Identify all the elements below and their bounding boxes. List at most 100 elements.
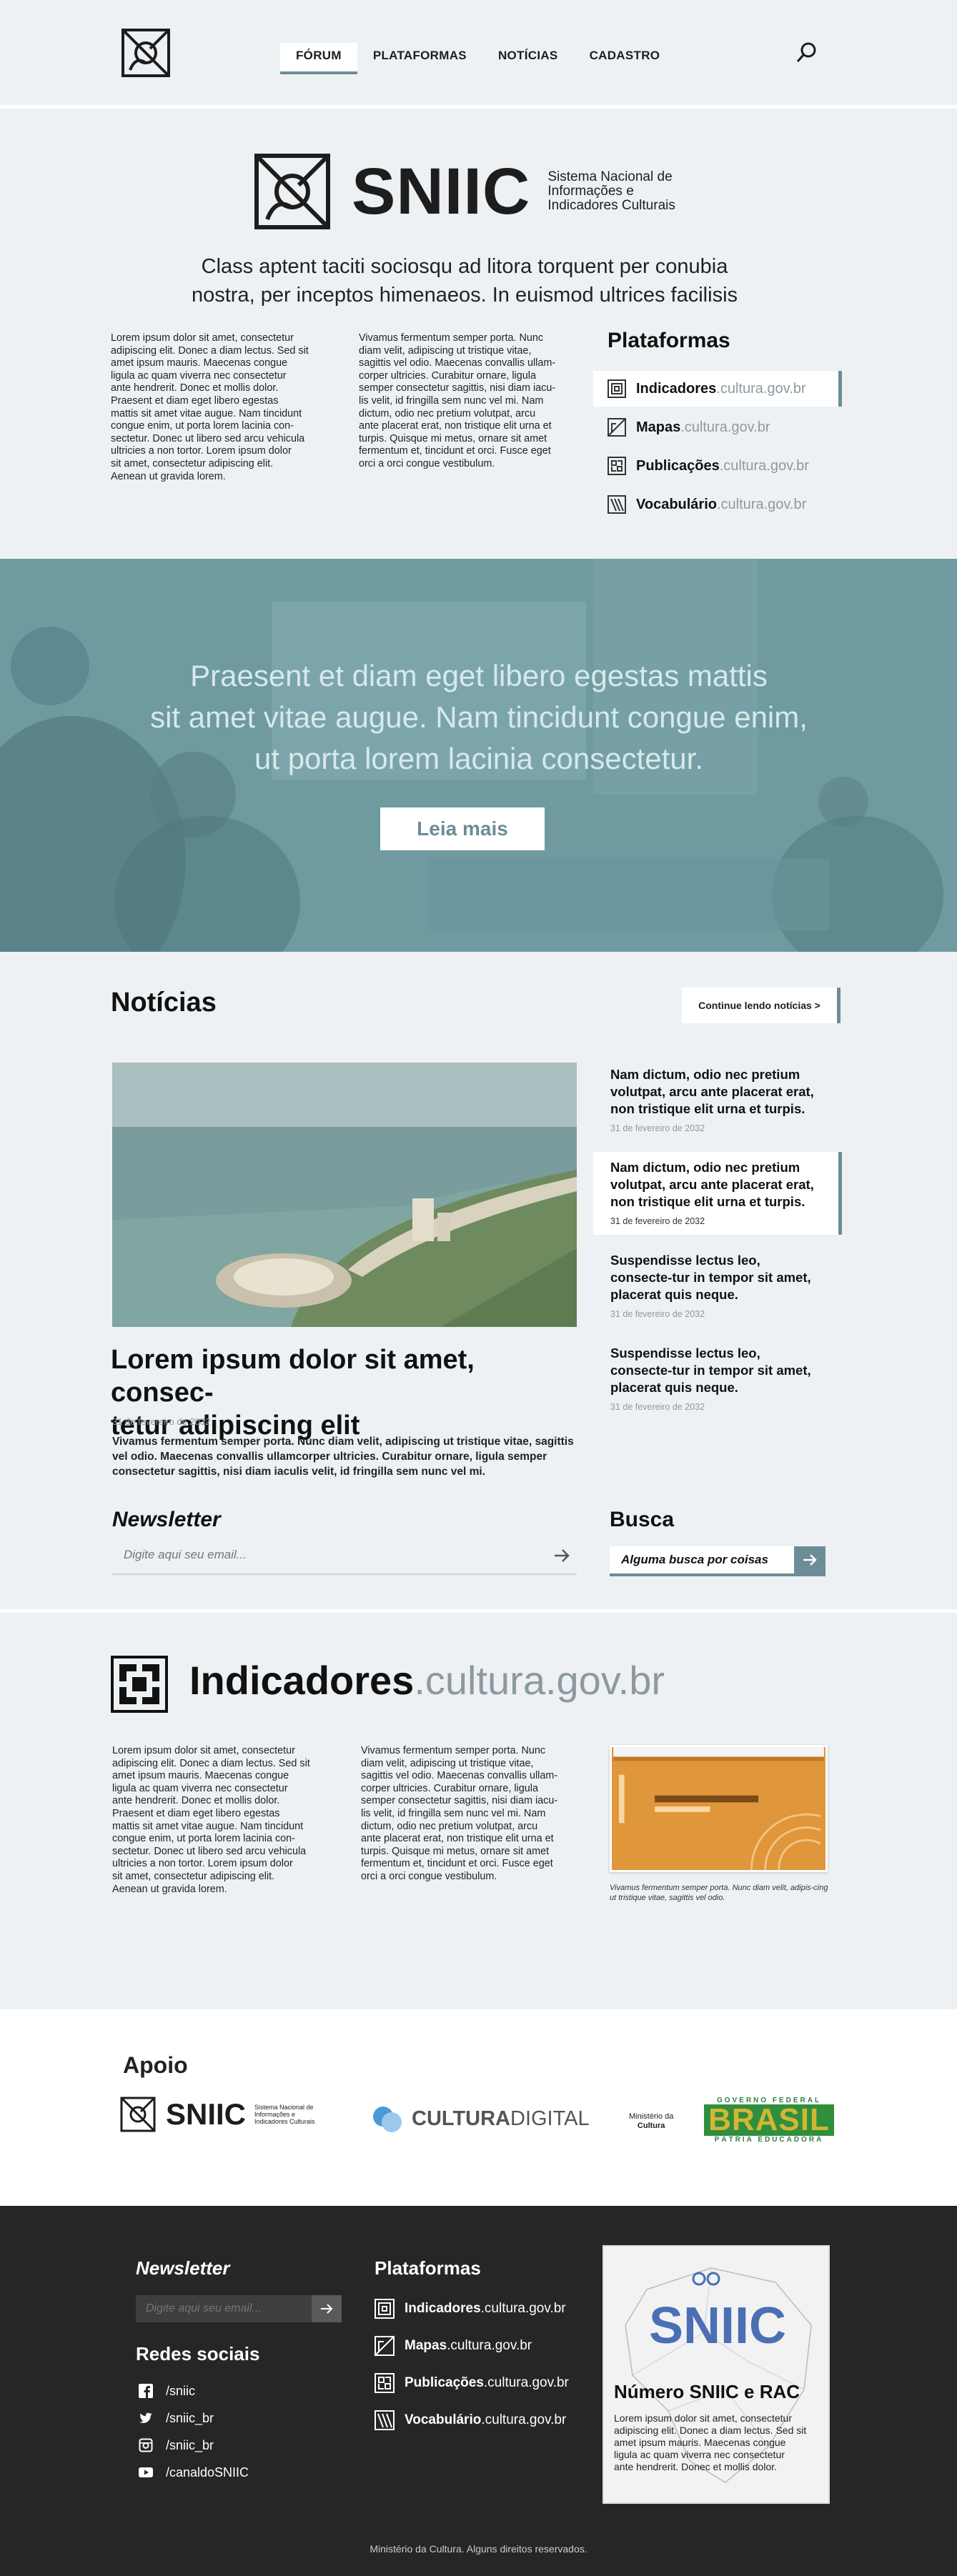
- nav-noticias[interactable]: NOTÍCIAS: [482, 43, 574, 74]
- plataforma-vocabulario[interactable]: Vocabulário .cultura.gov.br: [593, 487, 842, 522]
- indicadores-domain: .cultura.gov.br: [414, 1658, 665, 1703]
- text-line: sit amet, consectetur adipiscing elit.: [112, 1870, 275, 1882]
- ministerio-cultura-logo[interactable]: Ministério da Cultura: [629, 2112, 673, 2131]
- text-line: semper consectetur sagittis, nisi diam i…: [359, 382, 556, 394]
- sniic-logo-large-icon: [254, 154, 330, 229]
- indicadores-screenshot-image[interactable]: [610, 1745, 828, 1872]
- lead-news-description: Vivamus fermentum semper porta. Nunc dia…: [112, 1436, 574, 1478]
- brand-sub-line: Sistema Nacional de: [547, 169, 673, 184]
- text-line: sit amet, consectetur adipiscing elit.: [111, 457, 274, 469]
- text-line: congue enim, ut porta lorem lacinia con-: [111, 420, 294, 432]
- plataforma-indicadores[interactable]: Indicadores .cultura.gov.br: [593, 371, 842, 407]
- copyright: Ministério da Cultura. Alguns direitos r…: [370, 2543, 587, 2555]
- nav-forum[interactable]: FÓRUM: [280, 43, 357, 74]
- text-line: corper ultricies. Curabitur ornare, ligu…: [359, 369, 536, 382]
- indicadores-icon: [608, 379, 626, 398]
- sniic-sponsor-logo[interactable]: SNIIC Sistema Nacional de Informações e …: [120, 2097, 315, 2132]
- plataforma-mapas[interactable]: Mapas .cultura.gov.br: [593, 409, 842, 445]
- sponsor-sub-line: Informações e: [254, 2111, 296, 2118]
- social-facebook-link[interactable]: /sniic: [139, 2377, 249, 2405]
- text-line: lis velit, id fringilla sem nunc vel mi.…: [361, 1807, 546, 1819]
- text-line: ante placerat erat, non tristique elit u…: [361, 1833, 554, 1845]
- tagline-line: nostra, per inceptos himenaeos. In euism…: [191, 284, 738, 307]
- news-item[interactable]: Suspendisse lectus leo, consecte-tur in …: [593, 1245, 842, 1328]
- site-header: FÓRUM PLATAFORMAS NOTÍCIAS CADASTRO: [0, 0, 957, 109]
- publicacoes-icon: [608, 457, 626, 475]
- plataforma-publicacoes[interactable]: Publicações .cultura.gov.br: [593, 448, 842, 484]
- card-sniic-logo: SNIIC: [648, 2297, 787, 2354]
- search-icon[interactable]: [795, 40, 819, 64]
- text-line: ante hendrerit. Donec et mollis dolor.: [112, 1795, 280, 1807]
- gov-bottom-text: PÁTRIA EDUCADORA: [714, 2136, 824, 2144]
- busca-input[interactable]: [610, 1546, 788, 1573]
- leia-mais-button[interactable]: Leia mais: [380, 807, 545, 850]
- lead-title-line: Lorem ipsum dolor sit amet, consec-: [111, 1345, 475, 1408]
- footer-plataforma-indicadores[interactable]: Indicadores .cultura.gov.br: [375, 2290, 569, 2327]
- footer-newsletter-field: [136, 2295, 342, 2322]
- footer-redes-label: Redes sociais: [136, 2343, 260, 2364]
- text-line: fermentum et, tincidunt et orci. Fusce e…: [359, 445, 551, 457]
- footer-plataforma-mapas[interactable]: Mapas .cultura.gov.br: [375, 2327, 569, 2364]
- cultura-digital-logo[interactable]: CULTURA DIGITAL: [372, 2104, 590, 2134]
- social-label: /sniic: [166, 2383, 196, 2398]
- arrow-right-icon[interactable]: [552, 1546, 571, 1565]
- news-item-date: 31 de fevereiro de 2032: [610, 1123, 705, 1133]
- sniic-logo-icon[interactable]: [122, 29, 170, 77]
- intro-section: SNIIC Sistema Nacional de Informações e …: [0, 112, 957, 559]
- ministerio-line: Cultura: [637, 2122, 665, 2130]
- hero-line: sit amet vitae augue. Nam tincidunt cong…: [150, 700, 808, 734]
- social-twitter-link[interactable]: /sniic_br: [139, 2405, 249, 2432]
- governo-federal-logo[interactable]: GOVERNO FEDERAL BRASIL PÁTRIA EDUCADORA: [704, 2097, 834, 2144]
- text-line: mattis sit amet vitae augue. Nam tincidu…: [112, 1820, 304, 1832]
- footer-plataformas-label: Plataformas: [375, 2257, 481, 2279]
- text-line: adipiscing elit. Donec a diam lectus. Se…: [112, 1757, 310, 1769]
- indicadores-col-2: Vivamus fermentum semper porta. Nunc dia…: [361, 1745, 590, 1884]
- brand-subtitle: Sistema Nacional de Informações e Indica…: [547, 170, 675, 213]
- sniic-brand: SNIIC Sistema Nacional de Informações e …: [254, 154, 675, 229]
- indicadores-title[interactable]: Indicadores.cultura.gov.br: [189, 1657, 665, 1704]
- brand-name: SNIIC: [352, 155, 531, 228]
- plataformas-list: Indicadores .cultura.gov.br Mapas .cultura…: [593, 371, 842, 525]
- footer-newsletter-submit[interactable]: [312, 2295, 342, 2322]
- news-lead-image[interactable]: [112, 1063, 577, 1327]
- text-line: Vivamus fermentum semper porta. Nunc: [361, 1745, 546, 1756]
- footer-plataforma-vocabulario[interactable]: Vocabulário .cultura.gov.br: [375, 2402, 569, 2439]
- text-line: ante hendrerit. Donec et mollis dolor.: [111, 382, 279, 394]
- card-description: Lorem ipsum dolor sit amet, consectetur …: [614, 2412, 821, 2473]
- busca-submit-button[interactable]: [794, 1546, 825, 1573]
- text-line: ultricies a non tortor. Lorem ipsum dolo…: [111, 445, 292, 457]
- sponsor-sniic-subtitle: Sistema Nacional de Informações e Indica…: [254, 2104, 315, 2125]
- brand-sub-line: Indicadores Culturais: [547, 198, 675, 213]
- news-item-date: 31 de fevereiro de 2032: [610, 1402, 705, 1412]
- text-line: amet ipsum mauris. Maecenas congue: [614, 2437, 786, 2448]
- lead-news-title[interactable]: Lorem ipsum dolor sit amet, consec- tetu…: [111, 1343, 582, 1442]
- social-instagram-link[interactable]: /sniic_br: [139, 2432, 249, 2459]
- indicadores-col-1: Lorem ipsum dolor sit amet, consectetur …: [112, 1745, 341, 1896]
- arrow-right-icon: [321, 2304, 333, 2314]
- numero-sniic-card[interactable]: SNIIC Número SNIIC e RAC Lorem ipsum dol…: [603, 2245, 830, 2504]
- footer-newsletter-input[interactable]: [136, 2295, 312, 2322]
- newsletter-email-input[interactable]: [112, 1539, 512, 1571]
- cultura-digital-light: DIGITAL: [510, 2107, 590, 2130]
- continue-lendo-button[interactable]: Continue lendo notícias >: [682, 988, 841, 1023]
- social-youtube-link[interactable]: /canaldoSNIIC: [139, 2459, 249, 2486]
- news-item[interactable]: Suspendisse lectus leo, consecte-tur in …: [593, 1338, 842, 1421]
- instagram-icon: [139, 2438, 153, 2452]
- lead-news-date: 31 de fevereiro de 2032: [112, 1416, 211, 1427]
- text-line: sectetur. Donec ut libero sed arcu vehic…: [111, 432, 305, 444]
- footer-plataforma-domain: .cultura.gov.br: [480, 2301, 566, 2316]
- text-line: adipiscing elit. Donec a diam lectus. Se…: [614, 2425, 807, 2436]
- nav-cadastro[interactable]: CADASTRO: [574, 43, 676, 74]
- hero-text: Praesent et diam eget libero egestas mat…: [86, 655, 872, 780]
- text-line: lis velit, id fringilla sem nunc vel mi.…: [359, 394, 544, 407]
- cultura-digital-bold: CULTURA: [412, 2107, 510, 2130]
- text-line: Aenean ut gravida lorem.: [112, 1883, 227, 1895]
- news-item[interactable]: Nam dictum, odio nec pretium volutpat, a…: [593, 1152, 842, 1235]
- news-item[interactable]: Nam dictum, odio nec pretium volutpat, a…: [593, 1059, 842, 1142]
- nav-plataformas[interactable]: PLATAFORMAS: [357, 43, 482, 74]
- text-line: ligula ac quam viverra nec consectetur: [111, 369, 287, 382]
- plataformas-title: Plataformas: [608, 329, 730, 352]
- apoio-title: Apoio: [123, 2052, 188, 2078]
- footer-plataforma-publicacoes[interactable]: Publicações .cultura.gov.br: [375, 2364, 569, 2402]
- youtube-icon: [139, 2467, 153, 2477]
